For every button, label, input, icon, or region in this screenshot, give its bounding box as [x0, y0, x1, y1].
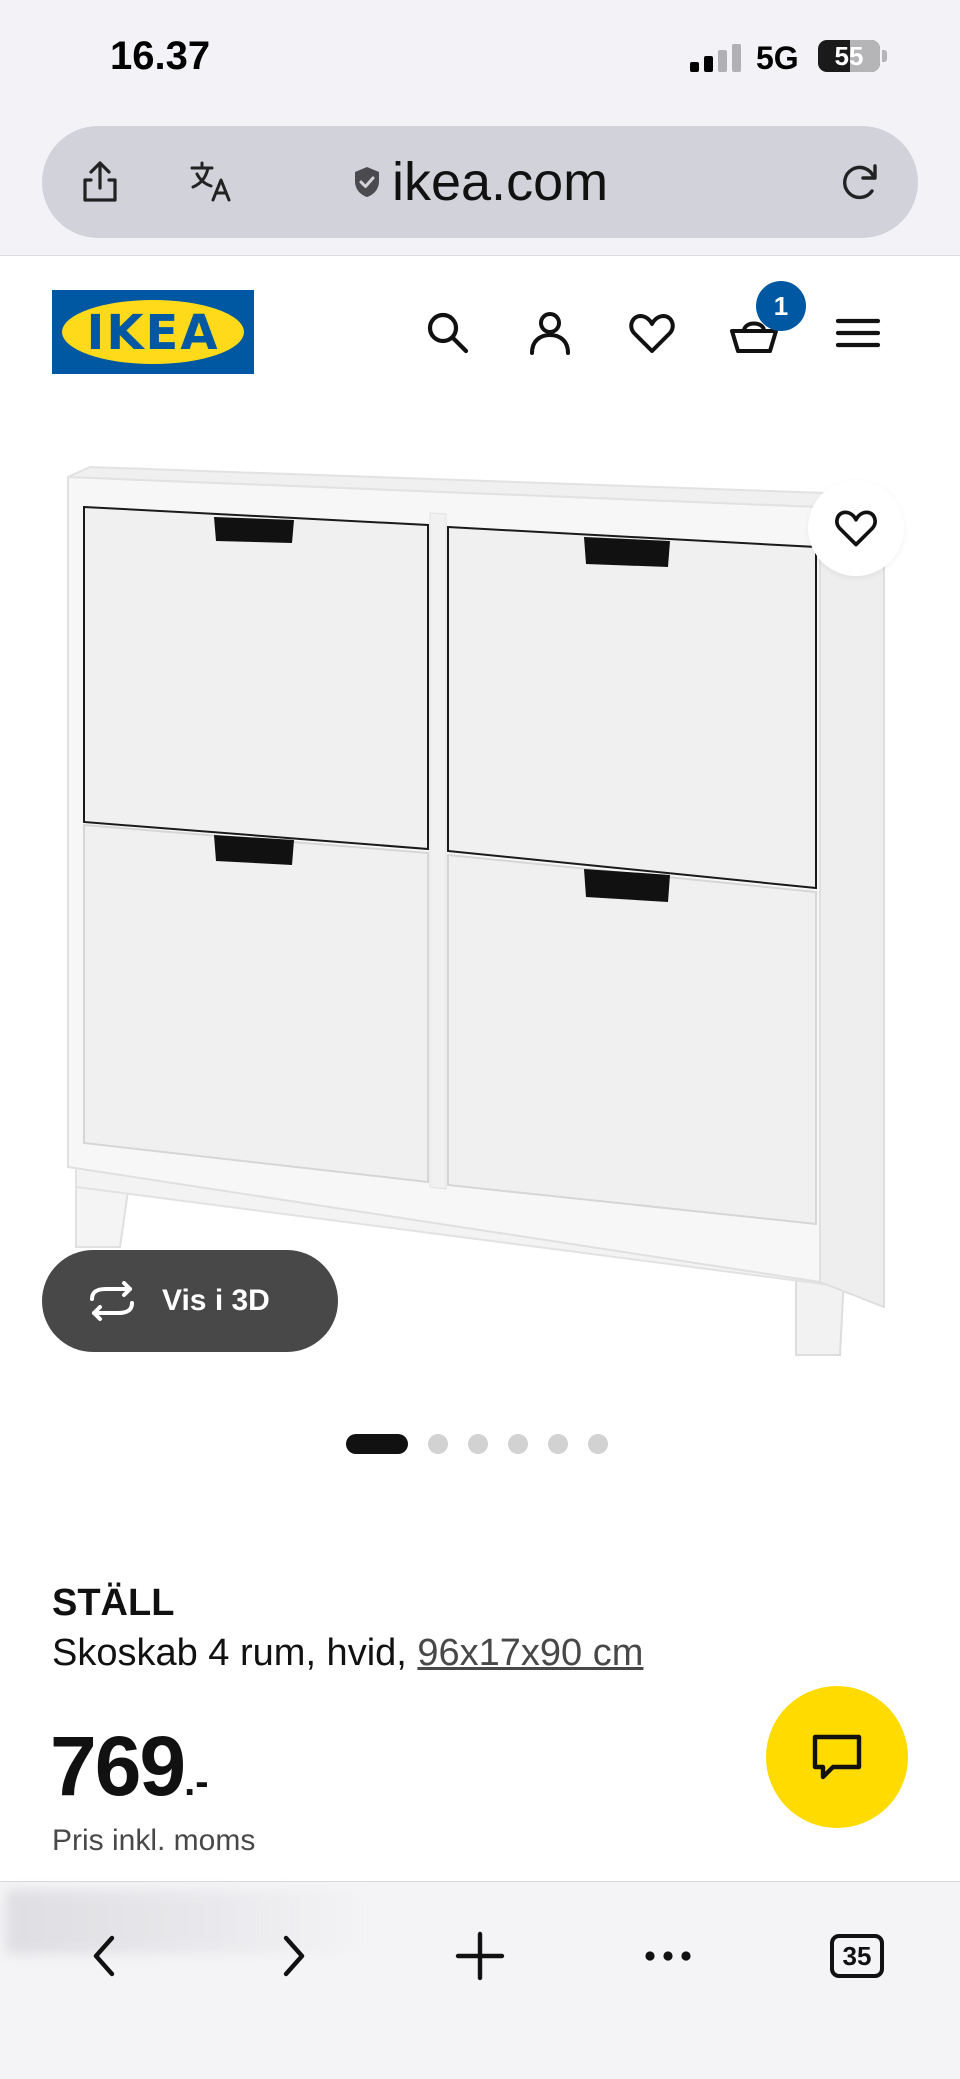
battery-icon: 55 [818, 40, 880, 72]
carousel-dot-active[interactable] [346, 1434, 408, 1454]
reload-icon[interactable] [834, 156, 886, 208]
carousel-dot[interactable] [428, 1434, 448, 1454]
battery-tip [882, 50, 887, 62]
price-amount: 769 [50, 1719, 186, 1813]
price-suffix: .- [184, 1760, 209, 1804]
more-icon[interactable] [638, 1926, 698, 1986]
carousel-dot[interactable] [468, 1434, 488, 1454]
heart-icon[interactable] [626, 307, 678, 359]
carousel-dot[interactable] [548, 1434, 568, 1454]
translate-icon[interactable] [186, 156, 238, 208]
forward-icon[interactable] [264, 1926, 324, 1986]
heart-icon [835, 510, 877, 547]
product-name: STÄLL [52, 1582, 175, 1624]
new-tab-icon[interactable] [450, 1926, 510, 1986]
price-note: Pris inkl. moms [52, 1824, 256, 1857]
shield-icon [355, 167, 379, 197]
browser-top-bar: ikea.com [0, 120, 960, 256]
browser-bottom-toolbar: 35 [0, 1881, 960, 2079]
menu-icon[interactable] [832, 307, 884, 359]
add-to-favorites-button[interactable] [808, 480, 904, 576]
url-display[interactable]: ikea.com [352, 152, 608, 212]
product-description: Skoskab 4 rum, hvid, 96x17x90 cm [52, 1632, 643, 1675]
user-icon[interactable] [524, 307, 576, 359]
site-header: IKEA 1 [0, 257, 960, 377]
cart-count-badge: 1 [756, 281, 806, 331]
url-bar[interactable]: ikea.com [42, 126, 918, 238]
view-in-3d-label: Vis i 3D [162, 1284, 270, 1317]
product-dimensions-link[interactable]: 96x17x90 cm [417, 1632, 643, 1674]
product-price: 769 .- [50, 1718, 209, 1813]
back-icon[interactable] [74, 1926, 134, 1986]
url-text: ikea.com [392, 152, 609, 212]
status-time: 16.37 [110, 34, 211, 78]
carousel-dot[interactable] [588, 1434, 608, 1454]
image-carousel-dots [346, 1433, 608, 1455]
chat-button[interactable] [766, 1686, 908, 1828]
product-type: Skoskab 4 rum, hvid, [52, 1632, 407, 1674]
ikea-logo[interactable]: IKEA [52, 290, 254, 374]
rotate-3d-icon [90, 1281, 134, 1321]
chat-icon [812, 1734, 862, 1780]
network-label: 5G [756, 40, 799, 76]
tabs-icon[interactable]: 35 [830, 1934, 884, 1978]
view-in-3d-button[interactable]: Vis i 3D [42, 1250, 338, 1352]
status-bar: 16.37 5G 55 [0, 0, 960, 120]
signal-icon [690, 44, 742, 72]
search-icon[interactable] [422, 307, 474, 359]
carousel-dot[interactable] [508, 1434, 528, 1454]
battery-level: 55 [834, 41, 864, 71]
logo-text: IKEA [86, 305, 220, 361]
share-icon[interactable] [74, 156, 126, 208]
